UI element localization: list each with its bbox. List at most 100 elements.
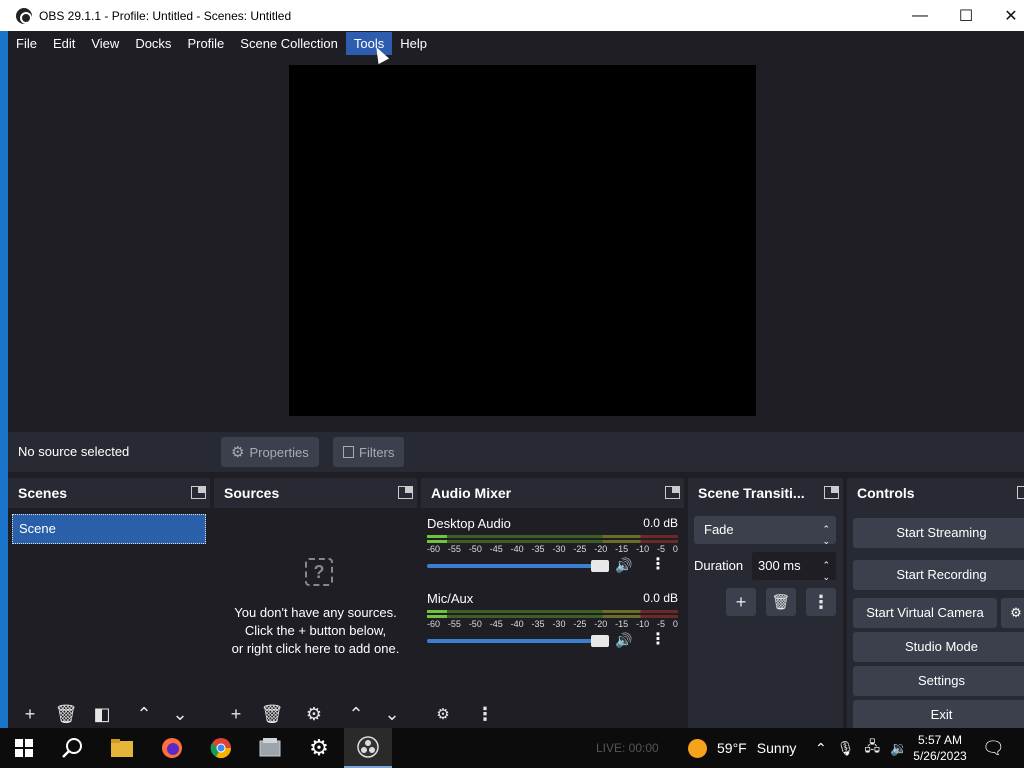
menu-profile[interactable]: Profile — [179, 32, 232, 55]
start-streaming-button[interactable]: Start Streaming — [853, 518, 1024, 548]
menu-view[interactable]: View — [83, 32, 127, 55]
controls-dock: Controls Start Streaming Start Recording… — [847, 478, 1024, 730]
menu-help[interactable]: Help — [392, 32, 435, 55]
chevron-up-icon[interactable]: ⌃ — [815, 740, 827, 757]
title-bar: OBS 29.1.1 - Profile: Untitled - Scenes:… — [0, 0, 1024, 31]
scenes-list[interactable]: Scene + 🗑 ◧ ⌃ ⌄ — [8, 508, 210, 728]
move-down-icon[interactable]: ⌄ — [378, 702, 406, 726]
tick-label: -25 — [573, 544, 587, 554]
settings-gear-icon[interactable]: ⚙ — [295, 728, 343, 768]
mixer-header: Audio Mixer — [421, 478, 684, 508]
volume-slider[interactable] — [427, 564, 607, 568]
sources-empty-message: You don't have any sources. Click the + … — [214, 604, 417, 658]
settings-button[interactable]: Settings — [853, 666, 1024, 696]
add-source-icon[interactable]: + — [222, 702, 250, 726]
move-up-icon[interactable]: ⌃ — [342, 702, 370, 726]
chevron-updown-icon: ⌃ ⌄ — [822, 524, 830, 546]
scene-item[interactable]: Scene — [12, 514, 206, 544]
tick-label: -30 — [552, 544, 566, 554]
obs-taskbar-icon[interactable] — [344, 728, 392, 768]
speaker-icon[interactable]: 🔊 — [615, 557, 632, 574]
undock-icon[interactable] — [824, 486, 839, 499]
photos-app-icon[interactable] — [246, 728, 294, 768]
controls-header: Controls — [847, 478, 1024, 508]
tick-label: -25 — [573, 619, 587, 629]
remove-transition-icon[interactable]: 🗑 — [766, 588, 796, 616]
minimize-button[interactable]: — — [897, 0, 943, 31]
volume-slider-handle[interactable] — [591, 560, 609, 572]
scenes-header: Scenes — [8, 478, 210, 508]
sources-dock: Sources ? You don't have any sources. Cl… — [214, 478, 417, 728]
scenes-toolbar: + 🗑 ◧ ⌃ ⌄ — [8, 700, 210, 728]
source-properties-icon[interactable]: ⚙ — [300, 702, 328, 726]
menu-docks[interactable]: Docks — [127, 32, 179, 55]
weather-desc: Sunny — [756, 740, 797, 756]
gear-icon: ⚙ — [231, 444, 245, 461]
system-tray: ⌃ 🎙 🖧 🔉 — [815, 728, 908, 768]
volume-meter — [427, 615, 678, 618]
undock-icon[interactable] — [398, 486, 413, 499]
move-down-icon[interactable]: ⌄ — [166, 702, 194, 726]
menu-file[interactable]: File — [8, 32, 45, 55]
more-vertical-icon[interactable]: ⋮ — [471, 702, 499, 726]
menu-edit[interactable]: Edit — [45, 32, 83, 55]
window-edge — [0, 31, 8, 728]
filters-button[interactable]: Filters — [333, 437, 405, 467]
virtual-camera-settings-icon[interactable]: ⚙ — [1001, 598, 1024, 628]
volume-icon[interactable]: 🔉 — [890, 740, 907, 757]
weather-widget[interactable]: 59°F Sunny — [688, 728, 796, 768]
notification-icon[interactable]: 🗨 — [982, 728, 1005, 768]
windows-start-icon[interactable] — [0, 728, 48, 768]
start-virtual-camera-button[interactable]: Start Virtual Camera — [853, 598, 997, 628]
tick-label: -40 — [510, 544, 524, 554]
sources-list[interactable]: ? You don't have any sources. Click the … — [214, 508, 417, 728]
properties-button[interactable]: ⚙ Properties — [221, 437, 319, 467]
channel-db: 0.0 dB — [643, 591, 678, 605]
spin-arrows-icon[interactable]: ⌃ ⌄ — [822, 559, 830, 583]
preview-canvas[interactable] — [289, 65, 756, 416]
add-scene-icon[interactable]: + — [16, 702, 44, 726]
audio-mixer-dock: Audio Mixer Desktop Audio 0.0 dB -60 -55-… — [421, 478, 684, 728]
sources-header: Sources — [214, 478, 417, 508]
speaker-icon[interactable]: 🔊 — [615, 632, 632, 649]
exit-button[interactable]: Exit — [853, 700, 1024, 730]
more-vertical-icon[interactable]: ⋮ — [650, 554, 666, 574]
duration-spinbox[interactable]: 300 ms ⌃ ⌄ — [752, 552, 836, 583]
start-recording-button[interactable]: Start Recording — [853, 560, 1024, 590]
advanced-audio-icon[interactable]: ⚙ — [429, 702, 457, 726]
obs-logo-icon — [16, 7, 32, 24]
scene-filters-icon[interactable]: ◧ — [88, 702, 116, 726]
empty-line-1: You don't have any sources. — [234, 605, 397, 620]
remove-source-icon[interactable]: 🗑 — [258, 702, 286, 726]
undock-icon[interactable] — [665, 486, 680, 499]
more-vertical-icon[interactable]: ⋮ — [650, 629, 666, 649]
mixer-channel-desktop: Desktop Audio 0.0 dB -60 -55 -50 -45 -40 -35-… — [427, 516, 678, 586]
tick-label: -40 — [510, 619, 524, 629]
empty-line-2: Click the + button below, — [244, 623, 387, 638]
transitions-title: Scene Transiti... — [698, 485, 805, 501]
undock-icon[interactable] — [1017, 486, 1024, 499]
tick-label: -10 — [636, 544, 650, 554]
undock-icon[interactable] — [191, 486, 206, 499]
add-transition-icon[interactable]: + — [726, 588, 756, 616]
volume-slider-handle[interactable] — [591, 635, 609, 647]
search-icon[interactable] — [48, 728, 96, 768]
file-explorer-icon[interactable] — [98, 728, 146, 768]
tick-label: -45 — [489, 619, 503, 629]
move-up-icon[interactable]: ⌃ — [130, 702, 158, 726]
maximize-button[interactable]: ☐ — [943, 0, 989, 31]
transition-select[interactable]: Fade ⌃ ⌄ — [694, 516, 836, 546]
clock[interactable]: 5:57 AM 5/26/2023 — [908, 728, 972, 768]
firefox-icon[interactable] — [148, 728, 196, 768]
more-vertical-icon[interactable]: ⋮ — [806, 588, 836, 616]
mixer-title: Audio Mixer — [431, 485, 512, 501]
microphone-icon[interactable]: 🎙 — [837, 740, 855, 757]
volume-slider[interactable] — [427, 639, 607, 643]
chrome-icon[interactable] — [197, 728, 245, 768]
transitions-body: Fade ⌃ ⌄ Duration 300 ms ⌃ ⌄ + 🗑 ⋮ — [688, 508, 843, 728]
close-button[interactable]: ✕ — [988, 0, 1024, 31]
menu-scene-collection[interactable]: Scene Collection — [232, 32, 346, 55]
network-icon[interactable]: 🖧 — [865, 736, 881, 760]
studio-mode-button[interactable]: Studio Mode — [853, 632, 1024, 662]
remove-scene-icon[interactable]: 🗑 — [52, 702, 80, 726]
